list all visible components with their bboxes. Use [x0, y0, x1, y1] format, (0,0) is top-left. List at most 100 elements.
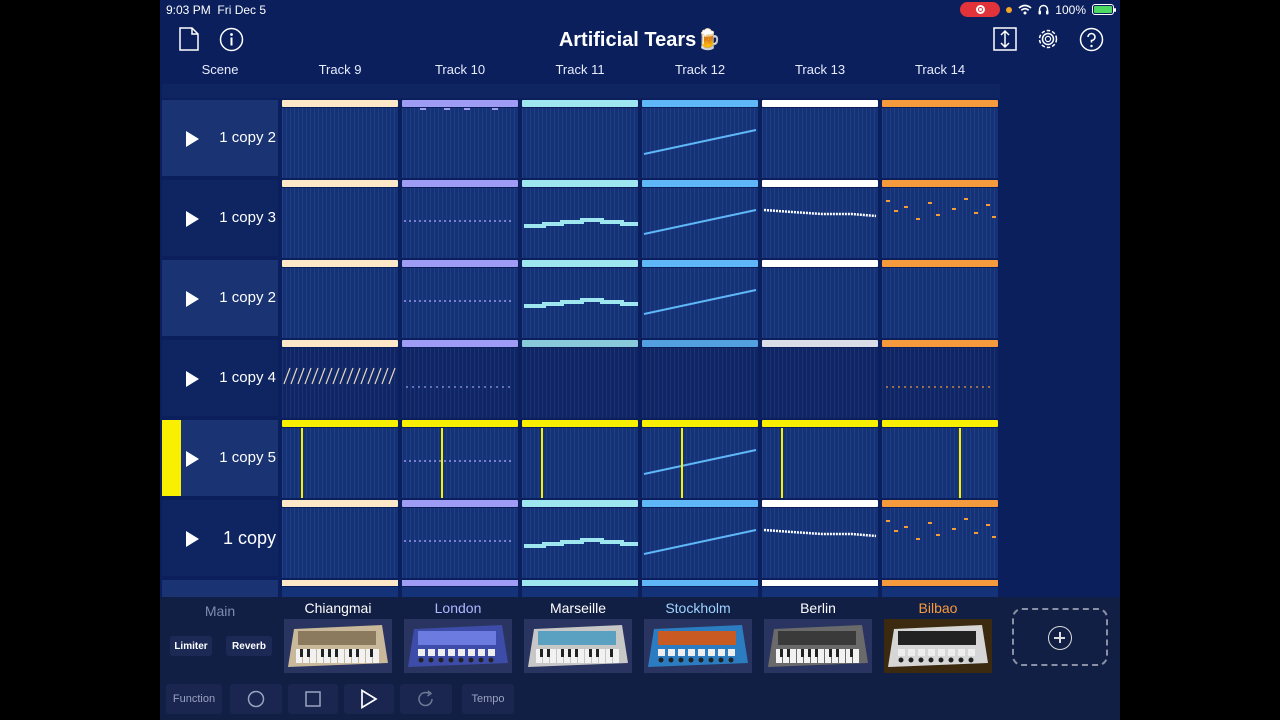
- mic-indicator-dot: [1006, 6, 1013, 13]
- clip-cell[interactable]: [282, 260, 398, 338]
- clip-cell[interactable]: [642, 420, 758, 498]
- track-header-13[interactable]: Track 13: [762, 62, 878, 77]
- clip-cell[interactable]: [402, 260, 518, 338]
- clip-color-bar: [282, 420, 398, 427]
- clip-cell[interactable]: [402, 340, 518, 418]
- clip-cell[interactable]: [762, 260, 878, 338]
- clip-cell[interactable]: [762, 100, 878, 178]
- clip-color-bar: [402, 580, 518, 586]
- clip-notes: [886, 518, 996, 540]
- status-time: 9:03 PM Fri Dec 5: [166, 3, 267, 17]
- clip-cell[interactable]: [762, 500, 878, 578]
- app-screen: 9:03 PM Fri Dec 5 100% Artificial Tears🍺…: [160, 0, 1120, 720]
- scene-row-1[interactable]: 1 copy 2: [162, 100, 278, 176]
- export-button[interactable]: [992, 26, 1018, 52]
- tempo-button[interactable]: Tempo: [462, 684, 514, 714]
- scene-play-icon[interactable]: [186, 371, 199, 387]
- track-header-12[interactable]: Track 12: [642, 62, 758, 77]
- headphones-icon: [1038, 4, 1049, 15]
- clip-color-bar: [282, 340, 398, 347]
- sampler-pads-icon[interactable]: [884, 619, 992, 673]
- drum-machine-icon[interactable]: [404, 619, 512, 673]
- clip-cell[interactable]: [882, 500, 998, 578]
- track-header-14[interactable]: Track 14: [882, 62, 998, 77]
- help-button[interactable]: [1077, 26, 1105, 52]
- settings-button[interactable]: [1034, 26, 1062, 52]
- play-button[interactable]: [344, 684, 394, 714]
- reverb-button[interactable]: Reverb: [226, 636, 272, 656]
- clip-color-bar: [402, 340, 518, 347]
- instrument-name[interactable]: Berlin: [760, 600, 876, 616]
- function-button[interactable]: Function: [166, 684, 222, 714]
- clip-cell[interactable]: [762, 180, 878, 258]
- scene-play-icon[interactable]: [186, 531, 199, 547]
- clip-color-bar: [762, 340, 878, 347]
- clip-cell[interactable]: [642, 340, 758, 418]
- scene-row-6[interactable]: 1 copy: [162, 500, 278, 576]
- clip-cell[interactable]: [522, 500, 638, 578]
- scene-row-partial-top: [162, 84, 1000, 98]
- clip-notes: [541, 428, 543, 498]
- scene-row-3[interactable]: 1 copy 2: [162, 260, 278, 336]
- clip-cell[interactable]: [642, 500, 758, 578]
- scene-row-2[interactable]: 1 copy 3: [162, 180, 278, 256]
- clip-notes: [404, 428, 511, 498]
- scene-label: 1 copy 4: [219, 369, 276, 386]
- clip-cell[interactable]: [402, 500, 518, 578]
- clip-cell[interactable]: [882, 340, 998, 418]
- scene-row-5[interactable]: 1 copy 5: [162, 420, 278, 496]
- clip-cell[interactable]: [882, 180, 998, 258]
- clip-cell[interactable]: [882, 260, 998, 338]
- limiter-button[interactable]: Limiter: [170, 636, 212, 656]
- instrument-name[interactable]: Marseille: [520, 600, 636, 616]
- clip-cell[interactable]: [402, 420, 518, 498]
- record-button[interactable]: [230, 684, 282, 714]
- clip-cell[interactable]: [522, 420, 638, 498]
- instrument-name[interactable]: Stockholm: [640, 600, 756, 616]
- instrument-name[interactable]: Chiangmai: [280, 600, 396, 616]
- clip-cell[interactable]: [522, 340, 638, 418]
- main-mixer-label[interactable]: Main: [165, 603, 275, 619]
- scene-play-icon[interactable]: [186, 131, 199, 147]
- clip-cell[interactable]: [762, 420, 878, 498]
- clip-cell[interactable]: [282, 180, 398, 258]
- clip-cell[interactable]: [642, 260, 758, 338]
- clip-cell[interactable]: [522, 180, 638, 258]
- scene-label: 1 copy 2: [219, 289, 276, 306]
- vintage-synth-icon[interactable]: [644, 619, 752, 673]
- clip-cell[interactable]: [762, 340, 878, 418]
- synth-keyboard-icon[interactable]: [284, 619, 392, 673]
- clip-cell[interactable]: [282, 340, 398, 418]
- clip-cell[interactable]: [282, 420, 398, 498]
- clip-notes: [522, 348, 638, 418]
- track-header-10[interactable]: Track 10: [402, 62, 518, 77]
- synth-keyboard-icon[interactable]: [524, 619, 632, 673]
- clip-cell[interactable]: [642, 100, 758, 178]
- clip-notes: [524, 538, 638, 548]
- clip-notes: [524, 298, 638, 308]
- loop-button[interactable]: [400, 684, 452, 714]
- clip-cell[interactable]: [402, 180, 518, 258]
- clip-cell[interactable]: [522, 260, 638, 338]
- clip-notes: [282, 188, 398, 258]
- scene-play-icon[interactable]: [186, 291, 199, 307]
- add-instrument-button[interactable]: [1012, 608, 1108, 666]
- instrument-name[interactable]: London: [400, 600, 516, 616]
- clip-cell[interactable]: [882, 420, 998, 498]
- instrument-name[interactable]: Bilbao: [880, 600, 996, 616]
- clip-cell[interactable]: [522, 100, 638, 178]
- stop-button[interactable]: [288, 684, 338, 714]
- track-header-9[interactable]: Track 9: [282, 62, 398, 77]
- battery-percent: 100%: [1055, 2, 1086, 17]
- scene-play-icon[interactable]: [186, 451, 199, 467]
- modular-synth-icon[interactable]: [764, 619, 872, 673]
- clip-cell[interactable]: [282, 100, 398, 178]
- stop-icon: [305, 691, 321, 707]
- clip-cell[interactable]: [402, 100, 518, 178]
- clip-cell[interactable]: [882, 100, 998, 178]
- clip-cell[interactable]: [282, 500, 398, 578]
- scene-play-icon[interactable]: [186, 211, 199, 227]
- clip-cell[interactable]: [642, 180, 758, 258]
- track-header-11[interactable]: Track 11: [522, 62, 638, 77]
- scene-row-4[interactable]: 1 copy 4: [162, 340, 278, 416]
